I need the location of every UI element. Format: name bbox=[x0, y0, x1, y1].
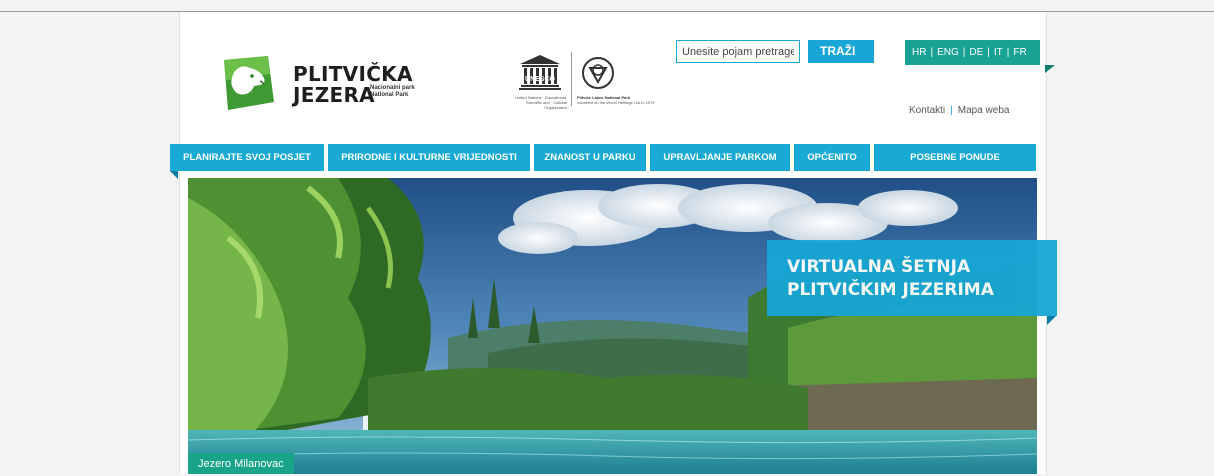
virtual-tour-banner[interactable]: VIRTUALNA ŠETNJA PLITVIČKIM JEZERIMA bbox=[767, 240, 1057, 316]
lake-landscape-image bbox=[188, 178, 1037, 474]
lang-separator: | bbox=[962, 47, 966, 58]
lang-separator: | bbox=[1006, 47, 1010, 58]
page-container: PLITVIČKA JEZERA Nacionalni park Nationa… bbox=[170, 12, 1057, 474]
nav-item-general[interactable]: OPĆENITO bbox=[794, 144, 870, 171]
search-input[interactable] bbox=[676, 40, 800, 63]
language-ribbon-fold bbox=[1045, 65, 1055, 73]
park-subtitle-line2: National Park bbox=[370, 92, 409, 98]
utility-links: Kontakti | Mapa weba bbox=[909, 105, 1009, 116]
nav-ribbon-fold bbox=[170, 171, 178, 179]
world-heritage-emblem-icon bbox=[582, 57, 614, 89]
park-subtitle-line1: Nacionalni park bbox=[370, 85, 415, 91]
image-caption: Jezero Milanovac bbox=[188, 453, 294, 474]
unesco-temple-icon: UNESCO bbox=[519, 55, 561, 90]
lang-eng[interactable]: ENG bbox=[937, 47, 959, 58]
unesco-badge[interactable]: UNESCO United Nations · Educational, Sci… bbox=[505, 52, 677, 114]
banner-line1: VIRTUALNA ŠETNJA bbox=[787, 257, 971, 277]
nav-item-park-management[interactable]: UPRAVLJANJE PARKOM bbox=[650, 144, 790, 171]
lang-separator: | bbox=[930, 47, 934, 58]
lang-hr[interactable]: HR bbox=[912, 47, 926, 58]
utility-separator: | bbox=[950, 105, 953, 116]
unesco-wordmark: UNESCO bbox=[525, 76, 556, 83]
lang-it[interactable]: IT bbox=[994, 47, 1003, 58]
hero-image[interactable] bbox=[188, 178, 1037, 474]
lang-de[interactable]: DE bbox=[969, 47, 983, 58]
lang-separator: | bbox=[987, 47, 990, 58]
search-button[interactable]: TRAŽI bbox=[808, 40, 874, 63]
nav-item-natural-cultural-values[interactable]: PRIRODNE I KULTURNE VRIJEDNOSTI bbox=[328, 144, 530, 171]
banner-line2: PLITVIČKIM JEZERIMA bbox=[787, 280, 994, 300]
nav-item-plan-visit[interactable]: PLANIRAJTE SVOJ POSJET bbox=[170, 144, 324, 171]
banner-ribbon-fold bbox=[1047, 316, 1056, 325]
unesco-divider bbox=[571, 52, 572, 106]
lang-fr[interactable]: FR bbox=[1013, 47, 1026, 58]
language-switcher: HR | ENG | DE | IT | FR bbox=[905, 40, 1040, 65]
park-logo-icon[interactable] bbox=[216, 56, 274, 110]
nav-item-special-offers[interactable]: POSEBNE PONUDE bbox=[874, 144, 1036, 171]
sitemap-link[interactable]: Mapa weba bbox=[958, 105, 1010, 116]
unesco-caption-right-text: inscribed on the World Heritage List in … bbox=[577, 100, 655, 105]
park-subtitle: Nacionalni park National Park bbox=[370, 85, 415, 99]
nav-item-science[interactable]: ZNANOST U PARKU bbox=[534, 144, 646, 171]
contacts-link[interactable]: Kontakti bbox=[909, 105, 945, 116]
unesco-caption-right: Plitvice Lakes National Park inscribed o… bbox=[577, 95, 667, 105]
unesco-caption-left: United Nations · Educational, Scientific… bbox=[515, 95, 567, 110]
